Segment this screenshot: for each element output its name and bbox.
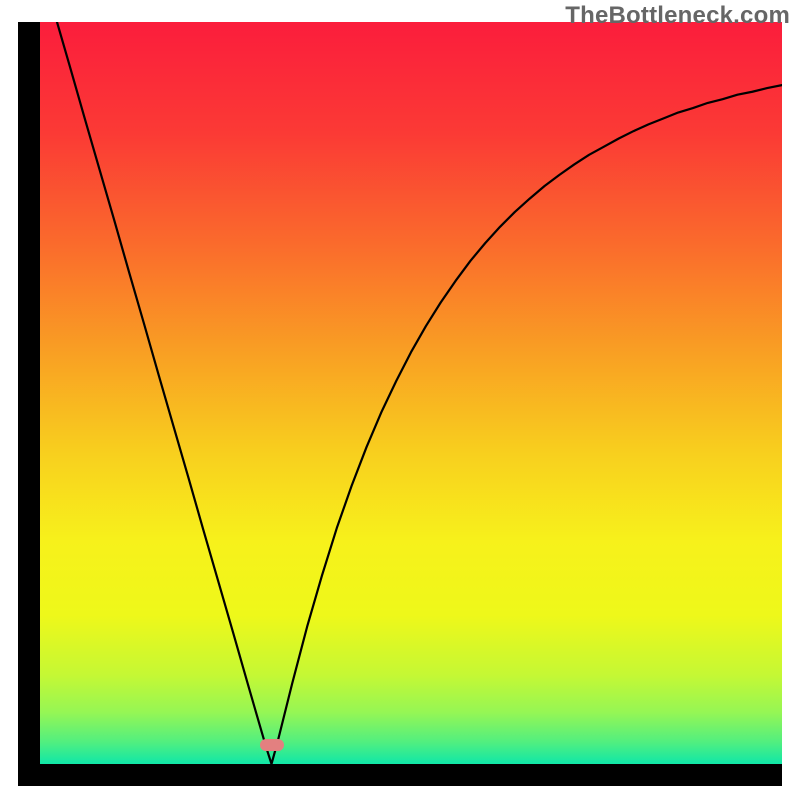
- plot-area: [40, 22, 782, 764]
- plot-frame: [18, 22, 782, 786]
- watermark-text: TheBottleneck.com: [565, 2, 790, 30]
- curve-line: [40, 22, 782, 764]
- chart-stage: TheBottleneck.com: [0, 0, 800, 800]
- minimum-marker: [260, 739, 284, 751]
